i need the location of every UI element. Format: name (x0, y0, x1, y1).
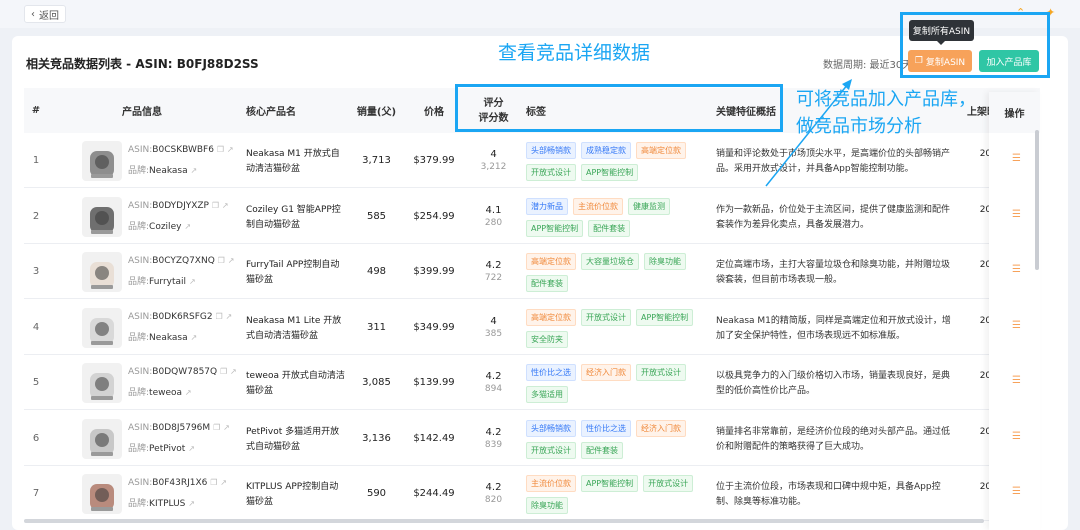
annotation-arrow (765, 79, 852, 187)
